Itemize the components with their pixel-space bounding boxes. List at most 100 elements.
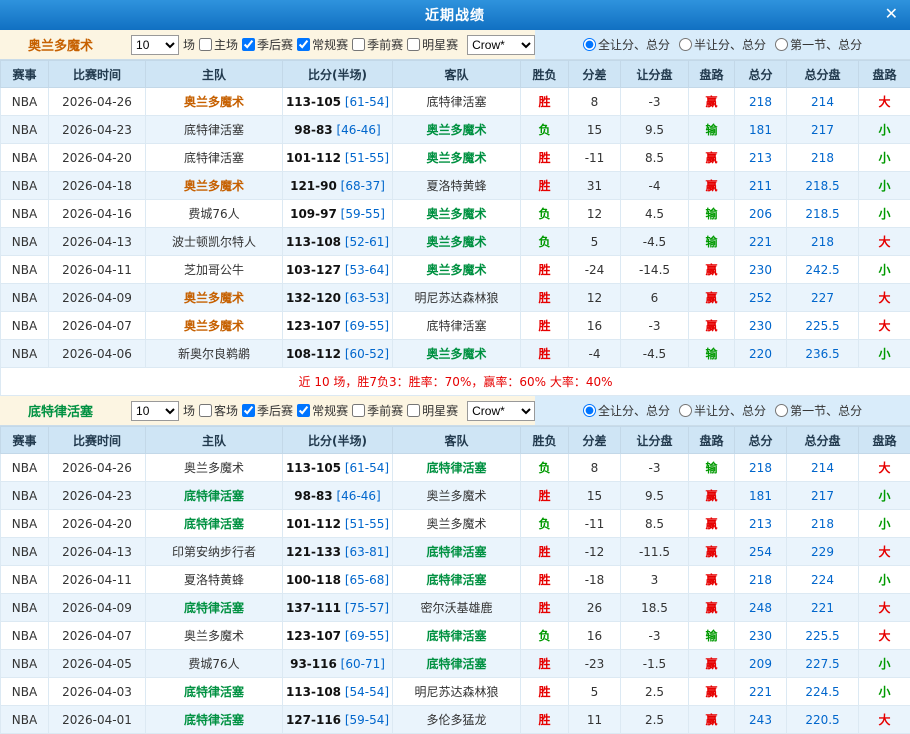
league-cell: NBA: [1, 172, 49, 200]
half-score: [51-55]: [341, 151, 389, 165]
date-cell: 2026-04-26: [49, 454, 146, 482]
radio-full-handicap-total[interactable]: [583, 38, 596, 51]
checkbox-away-games[interactable]: [199, 404, 212, 417]
over-under-cell: 大: [859, 228, 910, 256]
games-count-select[interactable]: 10: [131, 35, 179, 55]
handicap-result-cell: 赢: [689, 144, 735, 172]
checkbox-regular-season[interactable]: [297, 404, 310, 417]
over-under-cell: 小: [859, 566, 910, 594]
radio-label: 第一节、总分: [790, 36, 862, 53]
away-team-cell: 底特律活塞: [393, 312, 521, 340]
half-score: [63-53]: [341, 291, 389, 305]
game-row: NBA2026-04-13波士顿凯尔特人113-108 [52-61]奥兰多魔术…: [1, 228, 910, 256]
filter-checkbox-allstar[interactable]: 明星赛: [407, 36, 458, 53]
close-icon[interactable]: ✕: [885, 6, 898, 22]
league-cell: NBA: [1, 454, 49, 482]
handicap-result-cell: 赢: [689, 594, 735, 622]
checkbox-home-games[interactable]: [199, 38, 212, 51]
score-cell: 123-107 [69-55]: [283, 312, 393, 340]
radio-label: 第一节、总分: [790, 402, 862, 419]
filter-checkbox-away-games[interactable]: 客场: [199, 402, 238, 419]
point-diff-cell: 12: [569, 284, 621, 312]
total-line-cell: 218: [787, 510, 859, 538]
half-score: [63-81]: [341, 545, 389, 559]
handicap-line-cell: -1.5: [621, 650, 689, 678]
filter-checkbox-playoffs[interactable]: 季后赛: [242, 36, 293, 53]
point-diff-cell: 15: [569, 482, 621, 510]
over-under-cell: 小: [859, 482, 910, 510]
handicap-line-cell: -11.5: [621, 538, 689, 566]
win-loss-cell: 胜: [521, 594, 569, 622]
column-header-10: 总分盘: [787, 427, 859, 454]
win-loss-cell: 胜: [521, 172, 569, 200]
filter-radio-half-handicap-total[interactable]: 半让分、总分: [679, 36, 766, 53]
checkbox-playoffs[interactable]: [242, 38, 255, 51]
win-loss-cell: 胜: [521, 312, 569, 340]
checkbox-allstar[interactable]: [407, 404, 420, 417]
league-cell: NBA: [1, 228, 49, 256]
game-row: NBA2026-04-09底特律活塞137-111 [75-57]密尔沃基雄鹿胜…: [1, 594, 910, 622]
total-line-cell: 224.5: [787, 678, 859, 706]
odds-company-select[interactable]: Crow*: [467, 35, 535, 55]
win-loss-cell: 负: [521, 454, 569, 482]
filter-checkbox-preseason[interactable]: 季前赛: [352, 36, 403, 53]
away-team-cell: 底特律活塞: [393, 88, 521, 116]
final-score: 121-133: [286, 545, 341, 559]
column-header-0: 赛事: [1, 427, 49, 454]
total-line-cell: 221: [787, 594, 859, 622]
league-cell: NBA: [1, 510, 49, 538]
point-diff-cell: 5: [569, 228, 621, 256]
filter-checkbox-regular-season[interactable]: 常规赛: [297, 402, 348, 419]
radio-half-handicap-total[interactable]: [679, 38, 692, 51]
total-line-cell: 218: [787, 228, 859, 256]
home-team-cell: 奥兰多魔术: [146, 284, 283, 312]
handicap-result-cell: 输: [689, 116, 735, 144]
radio-first-quarter-total[interactable]: [775, 404, 788, 417]
radio-first-quarter-total[interactable]: [775, 38, 788, 51]
half-score: [60-52]: [341, 347, 389, 361]
checkbox-preseason[interactable]: [352, 404, 365, 417]
point-diff-cell: -11: [569, 510, 621, 538]
home-team-cell: 夏洛特黄蜂: [146, 566, 283, 594]
final-score: 137-111: [286, 601, 341, 615]
over-under-cell: 小: [859, 650, 910, 678]
over-under-cell: 小: [859, 116, 910, 144]
checkbox-regular-season[interactable]: [297, 38, 310, 51]
checkbox-preseason[interactable]: [352, 38, 365, 51]
radio-half-handicap-total[interactable]: [679, 404, 692, 417]
total-line-cell: 227: [787, 284, 859, 312]
handicap-line-cell: -3: [621, 88, 689, 116]
odds-company-select[interactable]: Crow*: [467, 401, 535, 421]
home-team-cell: 底特律活塞: [146, 706, 283, 734]
handicap-result-cell: 输: [689, 228, 735, 256]
filter-radio-full-handicap-total[interactable]: 全让分、总分: [583, 36, 670, 53]
total-points-cell: 252: [735, 284, 787, 312]
filter-checkbox-regular-season[interactable]: 常规赛: [297, 36, 348, 53]
filter-checkbox-home-games[interactable]: 主场: [199, 36, 238, 53]
away-team-cell: 奥兰多魔术: [393, 200, 521, 228]
checkbox-label: 主场: [214, 36, 238, 53]
half-score: [69-55]: [341, 319, 389, 333]
filter-radio-full-handicap-total[interactable]: 全让分、总分: [583, 402, 670, 419]
filter-radio-first-quarter-total[interactable]: 第一节、总分: [775, 402, 862, 419]
radio-label: 全让分、总分: [598, 36, 670, 53]
filter-checkbox-preseason[interactable]: 季前赛: [352, 402, 403, 419]
total-points-cell: 181: [735, 482, 787, 510]
filter-checkbox-allstar[interactable]: 明星赛: [407, 402, 458, 419]
checkbox-playoffs[interactable]: [242, 404, 255, 417]
column-header-7: 让分盘: [621, 61, 689, 88]
checkbox-allstar[interactable]: [407, 38, 420, 51]
filter-radio-half-handicap-total[interactable]: 半让分、总分: [679, 402, 766, 419]
over-under-cell: 大: [859, 594, 910, 622]
league-cell: NBA: [1, 340, 49, 368]
total-line-cell: 217: [787, 116, 859, 144]
column-header-6: 分差: [569, 61, 621, 88]
games-count-select[interactable]: 10: [131, 401, 179, 421]
over-under-cell: 大: [859, 312, 910, 340]
filter-radio-first-quarter-total[interactable]: 第一节、总分: [775, 36, 862, 53]
radio-full-handicap-total[interactable]: [583, 404, 596, 417]
home-team-cell: 奥兰多魔术: [146, 88, 283, 116]
league-cell: NBA: [1, 88, 49, 116]
filter-checkbox-playoffs[interactable]: 季后赛: [242, 402, 293, 419]
total-points-cell: 218: [735, 566, 787, 594]
